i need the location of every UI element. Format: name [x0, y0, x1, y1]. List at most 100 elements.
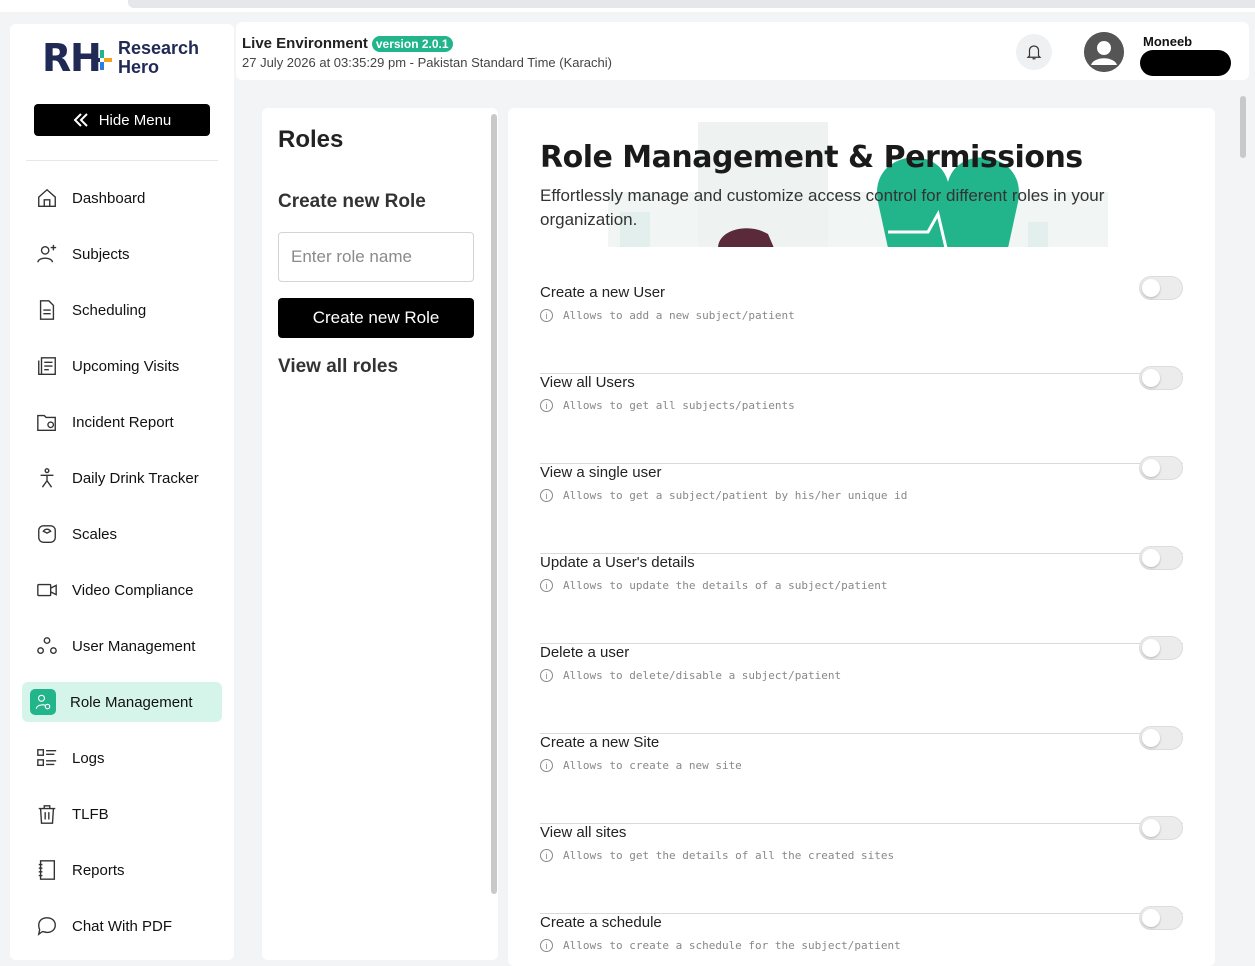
- sidebar-item-upcoming-visits[interactable]: Upcoming Visits: [22, 338, 222, 394]
- page-description: Effortlessly manage and customize access…: [540, 186, 1105, 229]
- page-title: Role Management & Permissions: [540, 140, 1083, 175]
- sidebar-item-label: Video Compliance: [72, 581, 194, 599]
- permission-toggle[interactable]: [1139, 636, 1183, 660]
- permission-info: i Allows to add a new subject/patient: [540, 309, 795, 322]
- permission-toggle[interactable]: [1139, 726, 1183, 750]
- info-icon: i: [540, 489, 553, 502]
- permission-info: i Allows to delete/disable a subject/pati…: [540, 669, 841, 682]
- logo-text: Research Hero: [118, 39, 199, 77]
- sidebar-item-label: Daily Drink Tracker: [72, 469, 199, 487]
- user-avatar-icon: [1084, 32, 1124, 72]
- sidebar-item-chat-with-pdf[interactable]: Chat With PDF: [22, 898, 222, 954]
- permission-title: View all sites: [540, 824, 627, 841]
- sidebar-item-tlfb[interactable]: TLFB: [22, 786, 222, 842]
- permission-description: Allows to get a subject/patient by his/h…: [563, 489, 908, 502]
- permission-title: Update a User's details: [540, 554, 695, 571]
- hide-menu-label: Hide Menu: [98, 111, 172, 129]
- sidebar-item-dashboard[interactable]: Dashboard: [22, 170, 222, 226]
- permission-description: Allows to create a schedule for the subj…: [563, 939, 901, 952]
- user-role-pill[interactable]: [1140, 50, 1231, 76]
- view-all-roles-link[interactable]: View all roles: [278, 356, 398, 378]
- create-role-heading: Create new Role: [278, 191, 426, 212]
- chat-icon: [36, 915, 58, 937]
- sidebar-item-daily-drink-tracker[interactable]: Daily Drink Tracker: [22, 450, 222, 506]
- permission-row: View all sites i Allows to get the detail…: [540, 816, 1183, 914]
- sidebar-item-subjects[interactable]: Subjects: [22, 226, 222, 282]
- sidebar-item-label: Incident Report: [72, 413, 174, 431]
- sidebar-item-logs[interactable]: Logs: [22, 730, 222, 786]
- sidebar: R H Research Hero Hide Menu Dashboard Su…: [10, 24, 234, 960]
- environment-label: Live Environment: [242, 35, 368, 52]
- logo-plus-icon: [92, 50, 112, 70]
- roles-panel: Roles Create new Role Create new Role Vi…: [262, 108, 498, 960]
- permission-row: Create a new Site i Allows to create a ne…: [540, 726, 1183, 824]
- logs-icon: [36, 747, 58, 769]
- sidebar-item-scales[interactable]: Scales: [22, 506, 222, 562]
- page-scrollbar[interactable]: [1240, 96, 1246, 158]
- person-icon: [36, 467, 58, 489]
- create-role-button[interactable]: Create new Role: [278, 298, 474, 338]
- permission-title: View all Users: [540, 374, 635, 391]
- sidebar-item-label: Dashboard: [72, 189, 146, 207]
- info-icon: i: [540, 759, 553, 772]
- sidebar-item-user-management[interactable]: User Management: [22, 618, 222, 674]
- user-plus-icon: [36, 243, 58, 265]
- sidebar-item-label: Upcoming Visits: [72, 357, 180, 375]
- info-icon: i: [540, 849, 553, 862]
- notebook-icon: [36, 859, 58, 881]
- logo-mark: R H: [42, 38, 114, 78]
- permission-title: Create a schedule: [540, 914, 662, 931]
- document-icon: [36, 299, 58, 321]
- role-name-input[interactable]: [278, 232, 474, 282]
- environment-info: Live Environment version 2.0.1: [242, 35, 453, 52]
- scale-icon: [36, 523, 58, 545]
- current-datetime: 27 July 2026 at 03:35:29 pm - Pakistan S…: [242, 55, 612, 70]
- permission-toggle[interactable]: [1139, 366, 1183, 390]
- sidebar-item-label: Chat With PDF: [72, 917, 173, 935]
- avatar[interactable]: [1084, 32, 1124, 72]
- permission-description: Allows to get the details of all the cre…: [563, 849, 895, 862]
- notifications-button[interactable]: [1016, 34, 1052, 70]
- sidebar-item-label: Role Management: [70, 693, 193, 711]
- permission-row: View a single user i Allows to get a subj…: [540, 456, 1183, 554]
- hide-menu-button[interactable]: Hide Menu: [34, 104, 210, 136]
- permission-info: i Allows to update the details of a subje…: [540, 579, 888, 592]
- permission-row: Update a User's details i Allows to updat…: [540, 546, 1183, 644]
- roles-title: Roles: [278, 126, 344, 153]
- sidebar-item-label: TLFB: [72, 805, 109, 823]
- permission-toggle[interactable]: [1139, 906, 1183, 930]
- bell-icon: [1026, 45, 1042, 60]
- sidebar-item-scheduling[interactable]: Scheduling: [22, 282, 222, 338]
- info-icon: i: [540, 579, 553, 592]
- info-icon: i: [540, 939, 553, 952]
- sidebar-item-role-management[interactable]: Role Management: [22, 682, 222, 722]
- permission-toggle[interactable]: [1139, 276, 1183, 300]
- users-icon: [36, 635, 58, 657]
- sidebar-item-reports[interactable]: Reports: [22, 842, 222, 898]
- role-icon: [30, 689, 56, 715]
- sidebar-divider: [26, 160, 218, 161]
- sidebar-item-label: Subjects: [72, 245, 130, 263]
- permission-toggle[interactable]: [1139, 546, 1183, 570]
- trash-icon: [36, 803, 58, 825]
- sidebar-item-label: Scales: [72, 525, 118, 543]
- info-icon: i: [540, 669, 553, 682]
- permission-info: i Allows to create a schedule for the sub…: [540, 939, 901, 952]
- permission-toggle[interactable]: [1139, 816, 1183, 840]
- logo[interactable]: R H Research Hero: [42, 38, 199, 78]
- permission-toggle[interactable]: [1139, 456, 1183, 480]
- sidebar-item-incident-report[interactable]: Incident Report: [22, 394, 222, 450]
- permission-description: Allows to get all subjects/patients: [563, 399, 795, 412]
- permission-row: Delete a user i Allows to delete/disable …: [540, 636, 1183, 734]
- sidebar-item-label: User Management: [72, 637, 196, 655]
- top-header: Live Environment version 2.0.1 27 July 2…: [236, 22, 1249, 80]
- video-icon: [36, 579, 58, 601]
- logo-letter-r: R: [42, 36, 72, 80]
- sidebar-item-label: Logs: [72, 749, 105, 767]
- username: Moneeb: [1143, 34, 1193, 49]
- permission-row: Create a schedule i Allows to create a sc…: [540, 906, 1183, 966]
- info-icon: i: [540, 309, 553, 322]
- sidebar-item-label: Scheduling: [72, 301, 147, 319]
- sidebar-item-video-compliance[interactable]: Video Compliance: [22, 562, 222, 618]
- roles-scrollbar[interactable]: [491, 114, 497, 894]
